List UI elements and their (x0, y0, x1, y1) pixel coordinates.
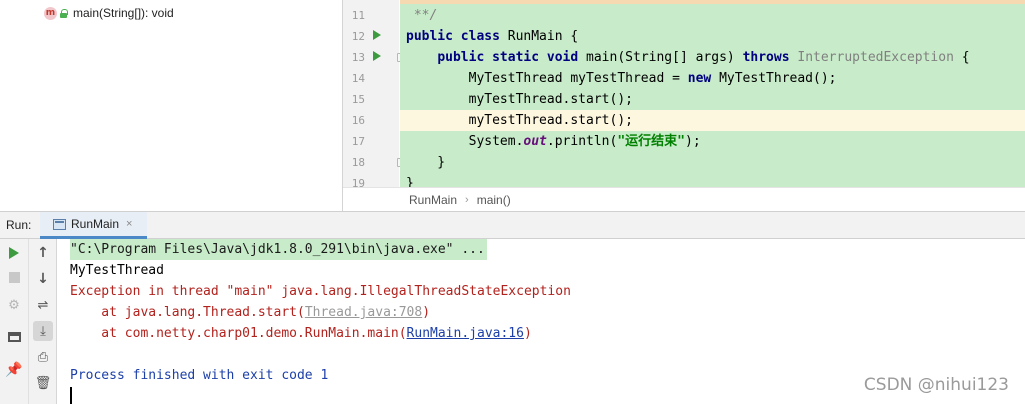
stacktrace-link-runmain[interactable]: RunMain.java:16 (407, 326, 524, 341)
stacktrace-text: at java.lang.Thread.start( (70, 305, 305, 320)
code-highlight-strip (400, 0, 1025, 4)
rerun-button[interactable] (4, 243, 24, 263)
code-area[interactable]: **/ public class RunMain { public static… (400, 0, 1025, 187)
run-toolbar-primary: ⚙ 📌 (0, 239, 29, 404)
line-number: 11 (351, 9, 365, 22)
code-line-13: public static void main(String[] args) t… (406, 47, 970, 68)
previous-occurrence-button[interactable]: ↑ (33, 243, 53, 263)
scroll-to-end-icon: ⤓ (40, 323, 46, 339)
clear-all-button[interactable]: 🗑 (33, 373, 53, 393)
print-icon: ⎙ (37, 349, 49, 365)
code-text: main(String[] args) (578, 50, 743, 65)
console-exit-line: Process finished with exit code 1 (70, 368, 329, 383)
arrow-up-icon: ↑ (37, 245, 49, 261)
structure-item-main[interactable]: m main(String[]): void (44, 4, 174, 22)
line-number: 18 (351, 156, 365, 169)
console-exception-line: Exception in thread "main" java.lang.Ill… (70, 284, 571, 299)
string-literal: "运行结束" (617, 134, 685, 149)
code-text: System. (406, 134, 524, 149)
run-toolbar-secondary: ↑ ↓ ⇌ ⤓ ⎙ 🗑 (29, 239, 57, 404)
breadcrumb-item-method[interactable]: main() (477, 193, 511, 207)
breadcrumb-item-class[interactable]: RunMain (409, 193, 457, 207)
line-number: 16 (351, 114, 365, 127)
console-output-line: MyTestThread (70, 263, 164, 278)
arrow-down-icon: ↓ (37, 271, 49, 287)
text-caret (70, 387, 72, 404)
soft-wrap-icon: ⇌ (37, 297, 49, 313)
line-number: 14 (351, 72, 365, 85)
code-text: { (953, 50, 970, 65)
breadcrumb-separator: › (465, 193, 469, 206)
line-number: 12 (351, 30, 365, 43)
next-occurrence-button[interactable]: ↓ (33, 269, 53, 289)
run-method-icon[interactable] (373, 51, 381, 61)
method-icon: m (44, 6, 57, 20)
stop-icon (8, 271, 20, 283)
run-tab-runmain[interactable]: RunMain × (40, 212, 147, 239)
print-button[interactable]: ⎙ (33, 347, 53, 367)
pin-icon: 📌 (5, 362, 23, 378)
settings-button[interactable]: ⚙ (4, 295, 24, 315)
stacktrace-text: ) (422, 305, 431, 320)
code-text: .println( (546, 134, 618, 149)
run-toolwindow-header: Run: RunMain × (0, 211, 1025, 239)
structure-item-label: main(String[]): void (73, 6, 174, 20)
pin-button[interactable]: 📌 (4, 360, 24, 380)
console-command-line[interactable]: "C:\Program Files\Java\jdk1.8.0_291\bin\… (70, 239, 487, 260)
keyword: public static void (437, 50, 579, 65)
line-number: 17 (351, 135, 365, 148)
editor-gutter: 11 12 13 14 15 16 17 18 19 (343, 0, 404, 190)
gear-icon: ⚙ (8, 297, 20, 313)
code-line-18: } (406, 155, 446, 170)
code-line-11: **/ (406, 8, 438, 23)
lock-icon (60, 8, 68, 18)
line-number: 15 (351, 93, 365, 106)
code-line-15: myTestThread.start(); (406, 92, 633, 107)
stacktrace-text: at com.netty.charp01.demo.RunMain.main( (70, 326, 407, 341)
line-number: 13 (351, 51, 365, 64)
static-field: out (523, 134, 547, 149)
code-line-19: } (406, 176, 414, 187)
exception-type: InterruptedException (789, 50, 954, 65)
run-label: Run: (6, 218, 32, 232)
stacktrace-text: ) (523, 326, 532, 341)
layout-button[interactable] (4, 327, 24, 347)
run-class-icon[interactable] (373, 30, 381, 40)
code-text: RunMain { (499, 29, 579, 44)
breadcrumb: RunMain › main() (343, 187, 1025, 211)
code-text: MyTestThread(); (711, 71, 837, 86)
stacktrace-link-thread[interactable]: Thread.java:708 (305, 305, 422, 320)
scroll-to-end-button[interactable]: ⤓ (33, 321, 53, 341)
trash-icon: 🗑 (34, 375, 52, 391)
code-line-17: System.out.println("运行结束"); (406, 131, 701, 152)
structure-panel: m main(String[]): void (0, 0, 342, 211)
console-icon (53, 218, 66, 230)
watermark: CSDN @nihui123 (863, 375, 1009, 395)
console-stacktrace-line: at com.netty.charp01.demo.RunMain.main(R… (70, 323, 532, 344)
code-line-14: MyTestThread myTestThread = new MyTestTh… (406, 68, 837, 89)
code-text: MyTestThread myTestThread = (406, 71, 688, 86)
layout-icon (7, 332, 21, 342)
console-stacktrace-line: at java.lang.Thread.start(Thread.java:70… (70, 302, 430, 323)
keyword: new (687, 71, 712, 86)
close-icon[interactable]: × (126, 218, 132, 230)
keyword: public class (406, 29, 500, 44)
keyword: throws (742, 50, 790, 65)
run-tab-label: RunMain (71, 217, 120, 231)
code-editor[interactable]: 11 12 13 14 15 16 17 18 19 **/ public cl… (342, 0, 1025, 211)
stop-button[interactable] (4, 267, 24, 287)
play-icon (9, 247, 19, 259)
soft-wrap-button[interactable]: ⇌ (33, 295, 53, 315)
code-line-16: myTestThread.start(); (406, 113, 633, 128)
code-text: ); (685, 134, 701, 149)
code-line-12: public class RunMain { (406, 26, 578, 47)
